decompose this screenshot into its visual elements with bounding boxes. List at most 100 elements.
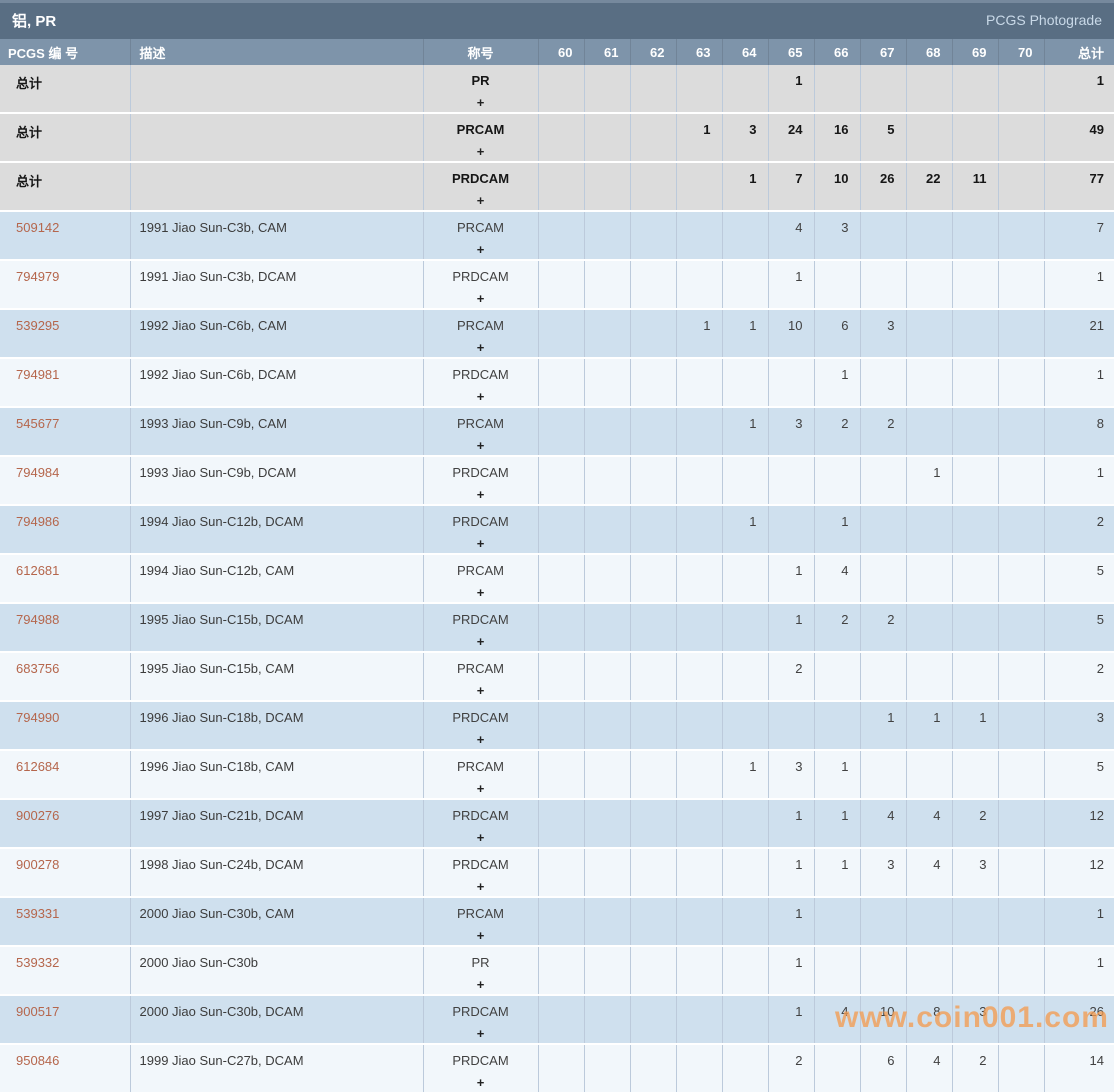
grade-count-cell-62 bbox=[630, 554, 676, 603]
pcgs-number-link[interactable]: 539295 bbox=[16, 318, 59, 333]
grade-count-cell-61 bbox=[584, 260, 630, 309]
column-header-grade-70: 70 bbox=[998, 39, 1044, 65]
designation-cell: PRDCAM+ bbox=[423, 603, 538, 652]
pcgs-number-link[interactable]: 545677 bbox=[16, 416, 59, 431]
pcgs-number-link[interactable]: 794986 bbox=[16, 514, 59, 529]
table-row: 5393312000 Jiao Sun-C30b, CAMPRCAM+11 bbox=[0, 897, 1114, 946]
pcgs-number-link[interactable]: 900517 bbox=[16, 1004, 59, 1019]
total-cell: 1 bbox=[1044, 456, 1114, 505]
pcgs-number-link[interactable]: 539331 bbox=[16, 906, 59, 921]
photograde-link[interactable]: PCGS Photograde bbox=[986, 12, 1102, 28]
grade-count-cell-62 bbox=[630, 848, 676, 897]
designation-label: PRDCAM bbox=[425, 856, 537, 873]
population-table: PCGS 编 号 描述 称号 6061626364656667686970总计 … bbox=[0, 39, 1114, 1092]
pcgs-number-link[interactable]: 794990 bbox=[16, 710, 59, 725]
designation-cell: PRCAM+ bbox=[423, 554, 538, 603]
designation-label: PRCAM bbox=[425, 562, 537, 579]
pcgs-number-link[interactable]: 794984 bbox=[16, 465, 59, 480]
grade-count-cell-60 bbox=[538, 799, 584, 848]
description-cell: 1994 Jiao Sun-C12b, DCAM bbox=[130, 505, 423, 554]
grade-count-cell-69 bbox=[952, 554, 998, 603]
description-cell bbox=[130, 162, 423, 211]
summary-row: 总计PRDCAM+171026221177 bbox=[0, 162, 1114, 211]
title-bar: 铝, PR PCGS Photograde bbox=[0, 0, 1114, 39]
grade-count-cell-68 bbox=[906, 358, 952, 407]
grade-count-cell-62 bbox=[630, 750, 676, 799]
grade-count-cell-62 bbox=[630, 162, 676, 211]
designation-plus: + bbox=[425, 1074, 537, 1091]
grade-count-cell-63 bbox=[676, 162, 722, 211]
total-cell: 3 bbox=[1044, 701, 1114, 750]
grade-count-cell-68 bbox=[906, 407, 952, 456]
grade-count-cell-69 bbox=[952, 456, 998, 505]
designation-label: PRCAM bbox=[425, 758, 537, 775]
grade-count-cell-63 bbox=[676, 65, 722, 113]
grade-count-cell-68 bbox=[906, 897, 952, 946]
grade-count-cell-67: 26 bbox=[860, 162, 906, 211]
pcgs-number-link[interactable]: 900276 bbox=[16, 808, 59, 823]
grade-count-cell-64 bbox=[722, 946, 768, 995]
grade-count-cell-63 bbox=[676, 211, 722, 260]
column-header-grade-62: 62 bbox=[630, 39, 676, 65]
pcgs-number-link[interactable]: 683756 bbox=[16, 661, 59, 676]
pcgs-number-link[interactable]: 950846 bbox=[16, 1053, 59, 1068]
pcgs-number-link[interactable]: 794981 bbox=[16, 367, 59, 382]
pcgs-number-link[interactable]: 794979 bbox=[16, 269, 59, 284]
grade-count-cell-67 bbox=[860, 750, 906, 799]
grade-count-cell-64: 1 bbox=[722, 309, 768, 358]
designation-label: PRDCAM bbox=[425, 268, 537, 285]
grade-count-cell-64 bbox=[722, 260, 768, 309]
pcgs-number-link[interactable]: 900278 bbox=[16, 857, 59, 872]
description-cell: 1995 Jiao Sun-C15b, DCAM bbox=[130, 603, 423, 652]
pcgs-number-link[interactable]: 794988 bbox=[16, 612, 59, 627]
grade-count-cell-70 bbox=[998, 260, 1044, 309]
pcgs-number-link[interactable]: 539332 bbox=[16, 955, 59, 970]
grade-count-cell-65: 24 bbox=[768, 113, 814, 162]
grade-count-cell-60 bbox=[538, 554, 584, 603]
grade-count-cell-69 bbox=[952, 260, 998, 309]
grade-count-cell-60 bbox=[538, 113, 584, 162]
total-cell: 77 bbox=[1044, 162, 1114, 211]
column-header-grade-69: 69 bbox=[952, 39, 998, 65]
designation-cell: PRDCAM+ bbox=[423, 995, 538, 1044]
description-cell: 1991 Jiao Sun-C3b, DCAM bbox=[130, 260, 423, 309]
grade-count-cell-60 bbox=[538, 897, 584, 946]
total-cell: 5 bbox=[1044, 603, 1114, 652]
table-row: 9005172000 Jiao Sun-C30b, DCAMPRDCAM+141… bbox=[0, 995, 1114, 1044]
designation-label: PRCAM bbox=[425, 905, 537, 922]
grade-count-cell-66: 4 bbox=[814, 995, 860, 1044]
pcgs-number-link[interactable]: 509142 bbox=[16, 220, 59, 235]
designation-plus: + bbox=[425, 94, 537, 111]
table-row: 5393322000 Jiao Sun-C30bPR+11 bbox=[0, 946, 1114, 995]
grade-count-cell-67 bbox=[860, 897, 906, 946]
grade-count-cell-65: 1 bbox=[768, 65, 814, 113]
designation-cell: PRDCAM+ bbox=[423, 162, 538, 211]
grade-count-cell-65: 4 bbox=[768, 211, 814, 260]
grade-count-cell-65: 1 bbox=[768, 848, 814, 897]
grade-count-cell-64 bbox=[722, 65, 768, 113]
grade-count-cell-62 bbox=[630, 1044, 676, 1092]
designation-cell: PRDCAM+ bbox=[423, 1044, 538, 1092]
grade-count-cell-70 bbox=[998, 701, 1044, 750]
column-header-grade-61: 61 bbox=[584, 39, 630, 65]
grade-count-cell-64: 1 bbox=[722, 505, 768, 554]
grade-count-cell-70 bbox=[998, 603, 1044, 652]
grade-count-cell-70 bbox=[998, 65, 1044, 113]
table-row: 6837561995 Jiao Sun-C15b, CAMPRCAM+22 bbox=[0, 652, 1114, 701]
designation-cell: PRCAM+ bbox=[423, 407, 538, 456]
pcgs-number-link[interactable]: 612684 bbox=[16, 759, 59, 774]
description-cell: 1996 Jiao Sun-C18b, DCAM bbox=[130, 701, 423, 750]
designation-label: PRDCAM bbox=[425, 709, 537, 726]
table-row: 5456771993 Jiao Sun-C9b, CAMPRCAM+13228 bbox=[0, 407, 1114, 456]
designation-label: PRDCAM bbox=[425, 464, 537, 481]
grade-count-cell-60 bbox=[538, 995, 584, 1044]
pcgs-number-link[interactable]: 612681 bbox=[16, 563, 59, 578]
grade-count-cell-67: 3 bbox=[860, 848, 906, 897]
designation-label: PRDCAM bbox=[425, 366, 537, 383]
grade-count-cell-65: 1 bbox=[768, 260, 814, 309]
grade-count-cell-70 bbox=[998, 211, 1044, 260]
grade-count-cell-63 bbox=[676, 260, 722, 309]
designation-label: PRCAM bbox=[425, 660, 537, 677]
grade-count-cell-64 bbox=[722, 652, 768, 701]
summary-row: 总计PRCAM+132416549 bbox=[0, 113, 1114, 162]
